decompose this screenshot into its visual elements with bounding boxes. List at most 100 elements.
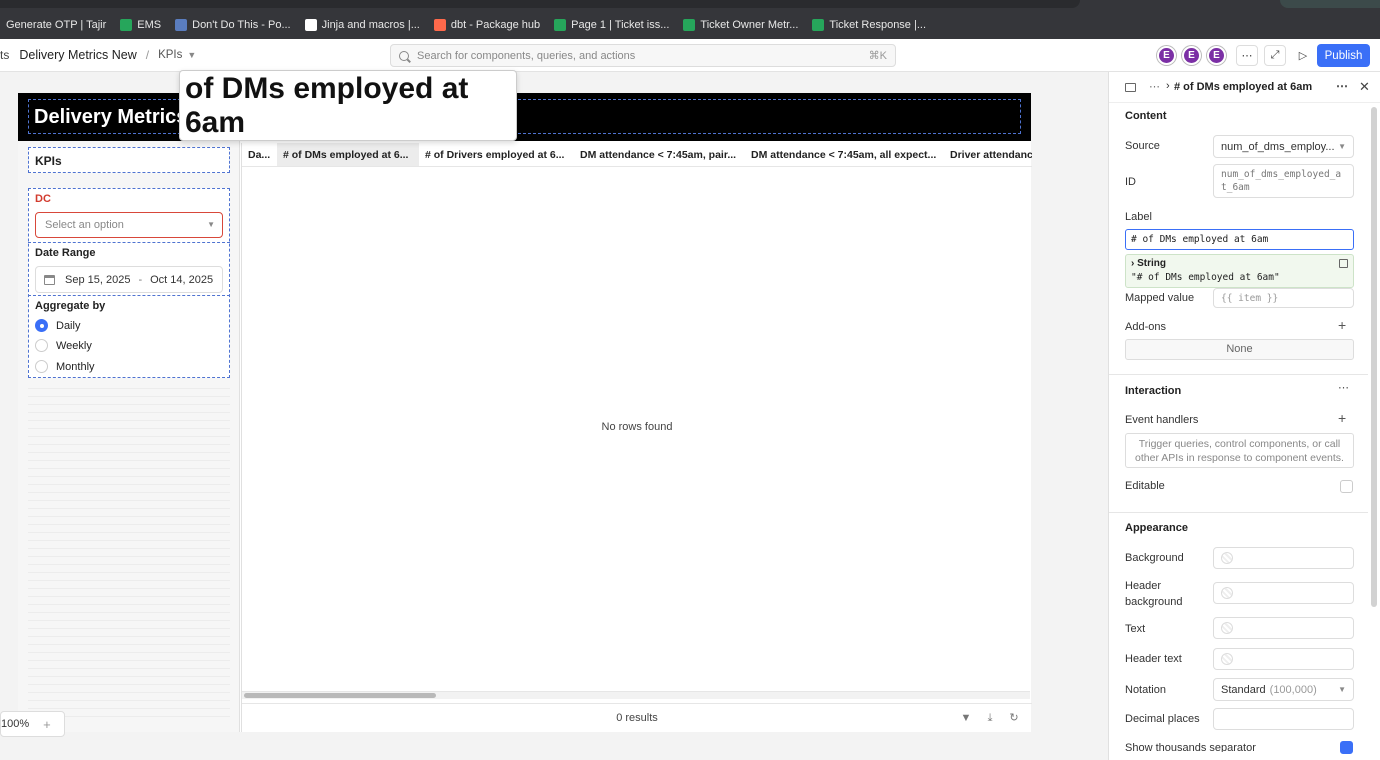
filter-icon[interactable]: ▼ (959, 711, 973, 725)
dc-select[interactable]: Select an option ▼ (35, 212, 223, 238)
chevron-down-icon[interactable]: ▼ (187, 50, 196, 60)
ellipsis-icon: ⋯ (1241, 50, 1253, 62)
column-header[interactable]: Da... (242, 143, 277, 166)
divider (28, 295, 230, 296)
decimal-places-input[interactable] (1213, 708, 1354, 730)
notation-select[interactable]: Standard (100,000) ▼ (1213, 678, 1354, 701)
header-background-color-input[interactable] (1213, 582, 1354, 604)
bookmark-item[interactable]: Page 1 | Ticket iss... (554, 19, 669, 31)
editable-label: Editable (1125, 480, 1165, 492)
bookmark-favicon-icon (554, 19, 567, 31)
preview-button[interactable]: ▷ (1292, 45, 1314, 66)
thousands-separator-checkbox[interactable] (1340, 741, 1353, 754)
event-handlers-empty[interactable]: Trigger queries, control components, or … (1125, 433, 1354, 468)
column-header[interactable]: DM attendance < 7:45am, all expect... (745, 143, 944, 166)
background-label: Background (1125, 552, 1184, 564)
chevron-down-icon: ▼ (207, 220, 215, 229)
publish-button[interactable]: Publish (1317, 44, 1370, 67)
app-frame: Delivery Metrics KPIs DC Select an optio… (18, 93, 1032, 732)
label-input[interactable]: # of DMs employed at 6am (1125, 229, 1354, 250)
column-header[interactable]: Driver attendanc (944, 143, 1032, 166)
bookmark-item[interactable]: Generate OTP | Tajir (6, 19, 106, 31)
radio-button-selected[interactable] (35, 319, 48, 332)
kpi-title-text[interactable]: KPIs (28, 147, 230, 173)
header-container[interactable]: Delivery Metrics (18, 93, 1031, 141)
date-start[interactable]: Sep 15, 2025 (65, 274, 130, 286)
more-options-icon[interactable]: ⋯ (1336, 79, 1348, 93)
horizontal-scrollbar[interactable] (242, 691, 1030, 699)
add-addon-icon[interactable]: + (1338, 317, 1346, 333)
bookmark-item[interactable]: EMS (120, 19, 161, 31)
bookmark-item[interactable]: Ticket Response |... (812, 19, 926, 31)
scrollbar-thumb[interactable] (244, 693, 436, 698)
bookmark-label: Jinja and macros |... (321, 19, 420, 31)
event-handlers-label: Event handlers (1125, 414, 1199, 426)
table-header: Da... # of DMs employed at 6... # of Dri… (242, 143, 1032, 167)
editor-canvas: Delivery Metrics KPIs DC Select an optio… (0, 72, 1108, 760)
bookmark-item[interactable]: dbt - Package hub (433, 19, 540, 31)
download-icon[interactable]: ⤓ (983, 711, 997, 725)
addons-label: Add-ons (1125, 321, 1166, 333)
inspector-panel: ⋯ › # of DMs employed at 6am ⋯ ✕ Content… (1108, 72, 1380, 760)
radio-button[interactable] (35, 360, 48, 373)
bookmark-item[interactable]: Jinja and macros |... (304, 19, 420, 31)
app-header: ts Delivery Metrics New / KPIs ▼ Search … (0, 39, 1380, 72)
more-options-button[interactable]: ⋯ (1236, 45, 1258, 66)
column-header-selected[interactable]: # of DMs employed at 6... (277, 143, 419, 166)
refresh-icon[interactable]: ↻ (1007, 711, 1021, 725)
scrollbar-thumb[interactable] (1371, 107, 1377, 607)
radio-button[interactable] (35, 339, 48, 352)
filters-sidebar: KPIs DC Select an option ▼ Date Range Se… (18, 141, 240, 732)
bookmark-label: EMS (137, 19, 162, 31)
search-input[interactable]: Search for components, queries, and acti… (390, 44, 896, 67)
background-color-input[interactable] (1213, 547, 1354, 569)
bookmark-item[interactable]: Don't Do This - Po... (175, 19, 291, 31)
bookmark-label: Ticket Response |... (829, 19, 927, 31)
source-select[interactable]: num_of_dms_employ... ▼ (1213, 135, 1354, 158)
header-text-color-input[interactable] (1213, 648, 1354, 670)
column-header[interactable]: # of Drivers employed at 6... (419, 143, 574, 166)
date-range-picker[interactable]: Sep 15, 2025 - Oct 14, 2025 (35, 266, 223, 293)
bookmark-label: Ticket Owner Metr... (700, 19, 799, 31)
text-color-input[interactable] (1213, 617, 1354, 639)
tab-strip-right (1280, 0, 1380, 8)
bookmark-favicon-icon (683, 19, 696, 31)
mapped-value-input[interactable]: {{ item }} (1213, 288, 1354, 308)
breadcrumb-parent[interactable]: ts (0, 48, 9, 62)
kpi-table[interactable]: Da... # of DMs employed at 6... # of Dri… (241, 143, 1032, 732)
thousands-separator-label: Show thousands separator (1125, 742, 1256, 752)
avatar[interactable]: E (1207, 46, 1226, 65)
avatar[interactable]: E (1157, 46, 1176, 65)
close-icon[interactable]: ✕ (1359, 79, 1370, 95)
copy-icon[interactable] (1339, 259, 1348, 268)
add-event-handler-icon[interactable]: + (1338, 410, 1346, 426)
inspector-title: # of DMs employed at 6am (1174, 81, 1313, 93)
radio-daily[interactable]: Daily (35, 319, 80, 332)
editable-checkbox[interactable] (1340, 480, 1353, 493)
radio-monthly[interactable]: Monthly (35, 360, 95, 373)
bookmark-item[interactable]: Ticket Owner Metr... (683, 19, 798, 31)
ellipsis-icon[interactable]: ⋯ (1338, 381, 1349, 394)
date-end[interactable]: Oct 14, 2025 (150, 274, 213, 286)
bookmark-favicon-icon (812, 19, 825, 31)
app-name[interactable]: Delivery Metrics New (19, 48, 136, 62)
column-header[interactable]: DM attendance < 7:45am, pair... (574, 143, 745, 166)
radio-label: Weekly (56, 339, 92, 352)
date-separator: - (138, 273, 143, 286)
inspector-scrollbar[interactable] (1371, 107, 1379, 607)
filter-container[interactable]: DC Select an option ▼ Date Range Sep 15,… (28, 188, 230, 378)
aggregate-label: Aggregate by (35, 300, 106, 312)
zoom-control[interactable]: 100% + (0, 711, 65, 737)
ellipsis-icon[interactable]: ⋯ (1149, 80, 1160, 93)
page-name[interactable]: KPIs (158, 49, 182, 61)
radio-weekly[interactable]: Weekly (35, 339, 92, 352)
appearance-section-title: Appearance (1125, 522, 1188, 534)
zoom-in-icon[interactable]: + (43, 717, 51, 732)
bookmark-favicon-icon (433, 19, 446, 31)
preview-type-label: String (1137, 258, 1166, 269)
color-swatch (1221, 653, 1233, 665)
avatar[interactable]: E (1182, 46, 1201, 65)
fullscreen-button[interactable]: ⤢ (1264, 45, 1286, 66)
bookmark-favicon-icon (304, 19, 317, 31)
id-field[interactable]: num_of_dms_employed_at_6am (1213, 164, 1354, 198)
